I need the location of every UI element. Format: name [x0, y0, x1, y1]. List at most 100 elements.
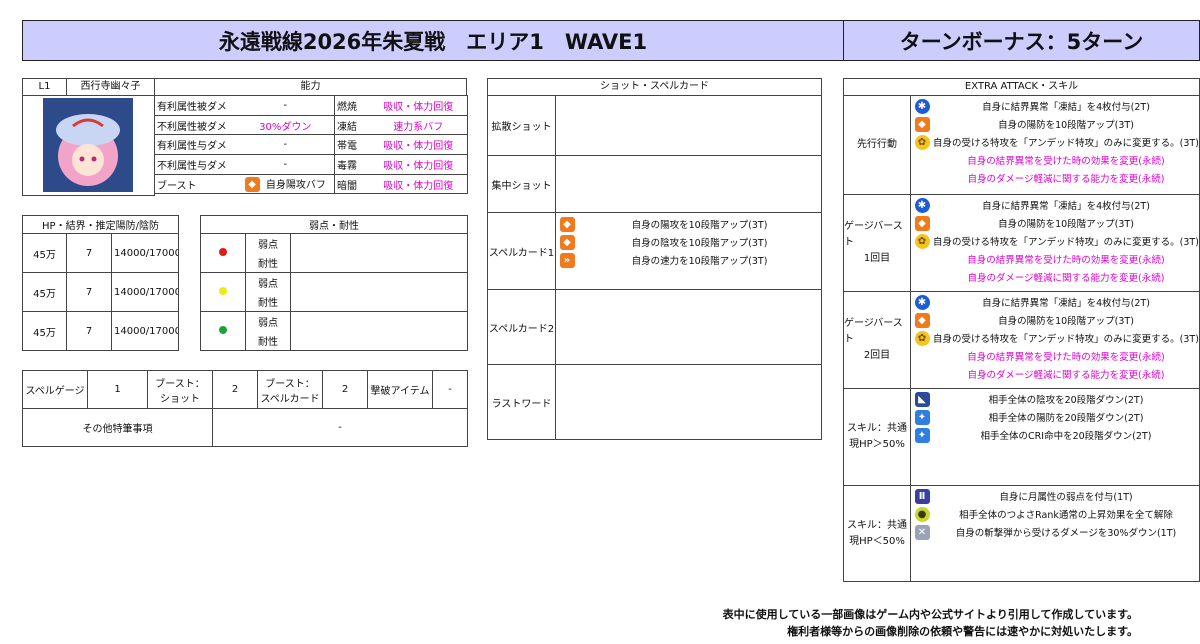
hp-table: HP・結界・推定陽防/陰防 45万 7 14000/17000 45万 7 14000/… [22, 215, 179, 351]
weak-label: 弱点 [245, 233, 291, 253]
slash-resist-icon: ✕ [914, 524, 930, 540]
skill-effect-text: 自身のダメージ軽減に関する能力を変更(永続) [967, 273, 1165, 284]
hp-value: 45万 [22, 311, 67, 351]
ability-value: ◆ 自身陽攻バフ [236, 173, 335, 195]
weak-dot-cell [200, 311, 246, 351]
other-notes-value: - [212, 408, 468, 447]
freeze-barrier-icon: ✱ [914, 98, 930, 114]
weak-value [289, 272, 469, 312]
def-value: 14000/17000 [111, 233, 179, 273]
shot-label: ラストワード [487, 364, 556, 440]
freeze-barrier-icon: ✱ [914, 294, 930, 310]
speed-up-icon: » [559, 252, 575, 268]
skill-effect-text: 相手全体の陽防を20段階ダウン(2T) [988, 413, 1144, 424]
defense-down-icon: ✦ [914, 427, 930, 443]
skill-effect-text: 自身の斬撃弾から受けるダメージを30%ダウン(1T) [955, 528, 1177, 539]
skill-effect-text: 自身の陽防を10段階アップ(3T) [998, 120, 1134, 131]
gauge-table: スペルゲージ 1 ブースト： ショット 2 ブースト： スペルカード 2 撃破アイテ… [22, 370, 468, 447]
status-label: 毒霧 [334, 154, 370, 175]
boost-spell-value: 2 [322, 370, 368, 409]
element-dot-icon [219, 325, 227, 334]
kill-item-value: - [432, 370, 468, 409]
shot-label: 拡散ショット [487, 95, 556, 156]
status-label: 帯電 [334, 134, 370, 156]
weak-label: 弱点 [245, 272, 291, 292]
skill-effects: ✱ 自身に結界異常「凍結」を4枚付与(2T) ◆ 自身の陽防を10段階アップ(3T) ✿… [910, 291, 1200, 389]
skill-effect-text: 自身の受ける特攻を「アンデッド特攻」のみに変更する。(3T) [933, 334, 1199, 345]
kill-item-label: 撃破アイテム [367, 370, 433, 409]
shot-effects: ◆ 自身の陽攻を10段階アップ(3T) ◆ 自身の陰攻を10段階アップ(3T) » 自身の… [555, 212, 822, 290]
def-value: 14000/17000 [111, 272, 179, 312]
extra-header: EXTRA ATTACK・スキル [843, 78, 1200, 96]
def-value: 14000/17000 [111, 311, 179, 351]
special-attack-icon: ✿ [914, 233, 930, 249]
skill-effect-text: 相手全体の陰攻を20段階ダウン(2T) [988, 395, 1144, 406]
barrier-value: 7 [66, 233, 112, 273]
shot-effect-text: 自身の速力を10段階アップ(3T) [631, 256, 768, 267]
status-value: 吸収・体力回復 [369, 134, 468, 156]
defense-up-icon: ◆ [914, 116, 930, 132]
element-dot-icon [219, 247, 227, 256]
status-label: 凍結 [334, 114, 370, 136]
ability-value: - [236, 154, 335, 175]
weak-label: 弱点 [245, 311, 291, 331]
other-notes-label: その他特筆事項 [22, 408, 213, 447]
defense-up-icon: ◆ [914, 312, 930, 328]
shot-label: スペルカード2 [487, 289, 556, 365]
defense-down-icon: ✦ [914, 409, 930, 425]
shot-label: スペルカード1 [487, 212, 556, 290]
shot-effects [555, 155, 822, 213]
weakness-table: 弱点・耐性 弱点 耐性 弱点 耐性 弱点 耐性 [199, 215, 469, 351]
skill-effect-text: 相手全体のつよさRank通常の上昇効果を全て解除 [959, 510, 1173, 521]
status-value: 吸収・体力回復 [369, 154, 468, 175]
shot-effect-text: 自身の陽攻を10段階アップ(3T) [631, 220, 768, 231]
skill-timing-label: スキル：共通 現HP＞50% [843, 388, 911, 486]
skill-effect-text: 自身に結界異常「凍結」を4枚付与(2T) [982, 201, 1150, 212]
skill-effect-text: 自身のダメージ軽減に関する能力を変更(永続) [967, 174, 1165, 185]
weak-dot-cell [200, 233, 246, 273]
skill-effect-text: 自身の結界異常を受けた時の効果を変更(永続) [967, 352, 1165, 363]
resist-label: 耐性 [245, 331, 291, 351]
spell-gauge-label: スペルゲージ [22, 370, 88, 409]
skill-effect-text: 自身の受ける特攻を「アンデッド特攻」のみに変更する。(3T) [933, 237, 1199, 248]
moon-weakness-icon: Ⅱ [914, 488, 930, 504]
page-title-text: 永遠戦線2026年朱夏戦 エリア1 WAVE1 [218, 29, 648, 54]
ability-table: 有利属性被ダメ - 燃焼 吸収・体力回復 不利属性被ダメ 30%ダウン 凍結 速力系バフ 有利属… [154, 95, 468, 195]
yang-attack-up-icon: ◆ [559, 216, 575, 232]
shot-effects [555, 95, 822, 156]
skill-effect-text: 自身の結界異常を受けた時の効果を変更(永続) [967, 255, 1165, 266]
ability-header: 能力 [154, 78, 467, 96]
skill-effect-text: 自身の陽防を10段階アップ(3T) [998, 219, 1134, 230]
element-dot-icon [219, 286, 227, 295]
ability-label: ブースト [154, 173, 237, 195]
boost-spell-label: ブースト： スペルカード [257, 370, 323, 409]
status-value: 吸収・体力回復 [369, 95, 468, 116]
resist-label: 耐性 [245, 292, 291, 312]
weakness-header: 弱点・耐性 [199, 215, 469, 234]
shot-effects [555, 289, 822, 365]
shot-label: 集中ショット [487, 155, 556, 213]
skill-effect-text: 自身に結界異常「凍結」を4枚付与(2T) [982, 102, 1150, 113]
ability-value: 30%ダウン [236, 114, 335, 136]
hp-value: 45万 [22, 233, 67, 273]
ability-value: - [236, 134, 335, 156]
freeze-barrier-icon: ✱ [914, 197, 930, 213]
skill-effect-text: 相手全体のCRI命中を20段階ダウン(2T) [980, 431, 1152, 442]
ability-label: 不利属性与ダメ [154, 154, 237, 175]
status-label: 暗闇 [334, 173, 370, 195]
skill-effects: Ⅱ 自身に月属性の弱点を付与(1T) ● 相手全体のつよさRank通常の上昇効果を全て… [910, 485, 1200, 582]
status-label: 燃焼 [334, 95, 370, 116]
buff-clear-icon: ● [914, 506, 930, 522]
skill-timing-label: ゲージバースト 1回目 [843, 194, 911, 292]
ability-value: - [236, 95, 335, 116]
skill-effect-text: 自身の結界異常を受けた時の効果を変更(永続) [967, 156, 1165, 167]
status-value: 速力系バフ [369, 114, 468, 136]
skill-effect-text: 自身のダメージ軽減に関する能力を変更(永続) [967, 370, 1165, 381]
special-attack-icon: ✿ [914, 134, 930, 150]
turn-bonus: ターンボーナス：5ターン [843, 20, 1200, 61]
attack-down-icon: ◣ [914, 391, 930, 407]
barrier-value: 7 [66, 272, 112, 312]
shot-effect-text: 自身の陰攻を10段階アップ(3T) [631, 238, 768, 249]
boost-icon: ◆ [244, 177, 260, 193]
char-level: L1 [22, 78, 67, 96]
